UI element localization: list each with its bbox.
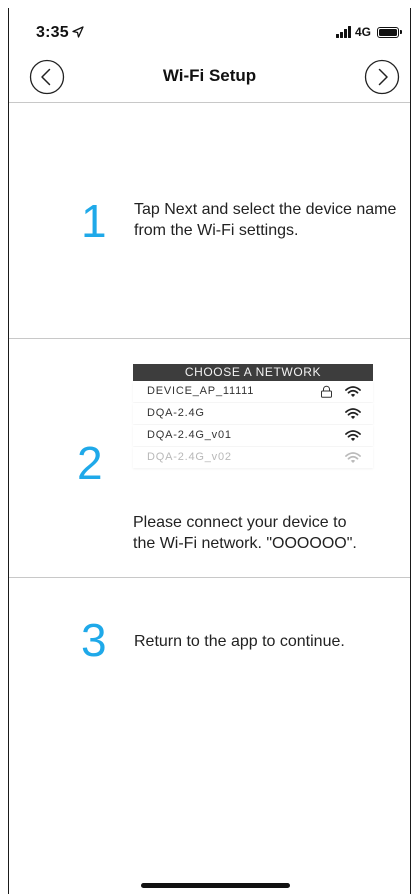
network-item: DQA-2.4G_v02 — [133, 447, 373, 468]
step-3: 3 Return to the app to continue. — [9, 579, 410, 894]
status-time: 3:35 — [36, 24, 69, 41]
wifi-icon — [345, 386, 361, 397]
step-instruction: Tap Next and select the device name from… — [134, 201, 397, 239]
network-type: 4G — [354, 25, 371, 39]
wifi-icon — [345, 430, 361, 441]
lock-icon — [321, 385, 332, 398]
network-list-header: CHOOSE A NETWORK — [133, 364, 373, 381]
step-number: 3 — [81, 614, 107, 666]
network-item: DQA-2.4G — [133, 403, 373, 424]
home-indicator[interactable] — [141, 883, 290, 888]
wifi-icon — [345, 452, 361, 463]
step-number: 1 — [81, 195, 107, 247]
network-name: DQA-2.4G_v01 — [147, 429, 232, 441]
step-instruction: Please connect your device to the Wi-Fi … — [133, 514, 357, 552]
network-name: DQA-2.4G — [147, 407, 205, 419]
step-number: 2 — [77, 437, 103, 489]
status-bar: 3:35 4G — [8, 8, 411, 52]
wifi-icon — [345, 408, 361, 419]
network-list-illustration: CHOOSE A NETWORK DEVICE_AP_11111 DQA-2.4… — [133, 364, 373, 469]
network-item: DEVICE_AP_11111 — [133, 381, 373, 402]
step-2: CHOOSE A NETWORK DEVICE_AP_11111 DQA-2.4… — [9, 340, 410, 578]
nav-bar: Wi-Fi Setup — [9, 52, 410, 103]
battery-icon — [377, 26, 402, 38]
step-instruction: Return to the app to continue. — [134, 633, 345, 650]
location-arrow-icon — [72, 26, 84, 38]
status-indicators: 4G — [335, 25, 402, 39]
network-name: DQA-2.4G_v02 — [147, 451, 232, 463]
network-item: DQA-2.4G_v01 — [133, 425, 373, 446]
step-1: 1 Tap Next and select the device name fr… — [9, 103, 410, 339]
page-title: Wi-Fi Setup — [162, 66, 257, 85]
network-name: DEVICE_AP_11111 — [147, 385, 255, 397]
signal-bars-icon — [335, 26, 351, 38]
next-button[interactable] — [364, 59, 400, 95]
